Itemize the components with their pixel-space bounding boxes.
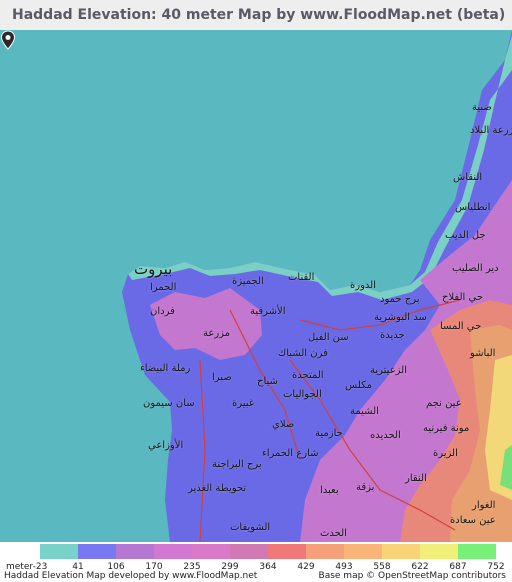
place-label: فردان: [150, 306, 175, 317]
legend-swatch: [230, 544, 268, 559]
place-label: الجميزة: [232, 276, 264, 287]
place-label: مكلس: [345, 380, 372, 391]
elevation-legend: meter -23 41 106 170 235 299 364 429 493 558 622 68…: [0, 542, 512, 582]
place-label: حي الفلاح: [442, 292, 484, 303]
place-label: الزيرة: [433, 448, 458, 459]
place-label: الحديده: [370, 430, 401, 441]
place-label: النقاش: [453, 172, 483, 183]
place-label: فرن الشباك: [278, 348, 328, 359]
place-label: انطلياس: [455, 202, 491, 213]
legend-swatch: [40, 544, 78, 559]
credit-right: Base map © OpenStreetMap contributors: [318, 571, 506, 581]
place-label: الزعيترية: [370, 365, 408, 376]
place-label: شارع الحمراء: [262, 448, 319, 459]
place-label: مونة فيرنيه: [423, 423, 470, 434]
legend-tick-label: 364: [259, 562, 277, 572]
map-title: Haddad Elevation: 40 meter Map by www.Fl…: [0, 0, 512, 30]
place-label: الشويفات: [230, 522, 271, 533]
elevation-map[interactable]: بيروت فردان الحمرا رملة البيضاء مزرعة صب…: [0, 30, 512, 542]
place-label: ضبية: [472, 102, 492, 113]
place-label: مزرعة: [203, 328, 231, 339]
place-label: سان سيمون: [143, 398, 195, 409]
place-label: الأوزاعي: [148, 440, 184, 451]
place-label: حازمية: [315, 428, 343, 439]
place-label: دير الصليب: [452, 263, 499, 274]
place-label: الأشرفية: [250, 306, 286, 317]
place-label: النقار: [405, 473, 427, 484]
place-label: غبيرة: [232, 398, 255, 409]
place-label: الغوار: [472, 500, 496, 511]
place-label: الشيمة: [350, 406, 379, 417]
place-label: رملة البيضاء: [140, 363, 191, 374]
place-label: سن الفيل: [308, 332, 349, 343]
place-label: عين نجم: [426, 398, 462, 409]
place-label: مزرعة البلاد: [470, 125, 512, 136]
location-pin-icon[interactable]: [0, 30, 16, 50]
place-label: المتحدة: [292, 370, 324, 381]
credit-left: Haddad Elevation Map developed by www.Fl…: [4, 571, 258, 581]
place-label: عين سعادة: [450, 515, 496, 526]
legend-swatch: [306, 544, 344, 559]
place-label: برج البراجنة: [212, 459, 262, 470]
place-label: حي المسا: [440, 321, 482, 332]
legend-swatch: [382, 544, 420, 559]
legend-tick-label: 429: [297, 562, 315, 572]
place-label: تحويطة الغدير: [188, 483, 247, 494]
place-label: الدورة: [350, 280, 376, 291]
place-label: جديدة: [380, 330, 405, 341]
place-label: برج حمود: [380, 294, 420, 305]
place-label: شياح: [257, 376, 278, 387]
legend-swatch: [78, 544, 116, 559]
legend-swatch: [192, 544, 230, 559]
place-label: بيروت: [134, 260, 173, 278]
place-label: الحدث: [320, 528, 347, 539]
legend-swatch: [268, 544, 306, 559]
place-label: الحمرا: [150, 282, 177, 293]
place-label: سد البوشرية: [374, 312, 427, 323]
legend-swatch: [116, 544, 154, 559]
legend-swatch: [154, 544, 192, 559]
place-label: بزقة: [356, 482, 375, 493]
legend-swatch: [420, 544, 458, 559]
place-label: جل الديب: [445, 230, 486, 241]
place-label: صبرا: [212, 372, 232, 383]
place-label: القنات: [288, 272, 315, 283]
legend-swatch: [458, 544, 496, 559]
place-label: الباشو: [470, 348, 496, 359]
legend-swatch: [344, 544, 382, 559]
place-label: بعبدا: [320, 485, 339, 496]
place-label: الجواليات: [283, 389, 322, 400]
place-label: صلاي: [272, 419, 295, 430]
